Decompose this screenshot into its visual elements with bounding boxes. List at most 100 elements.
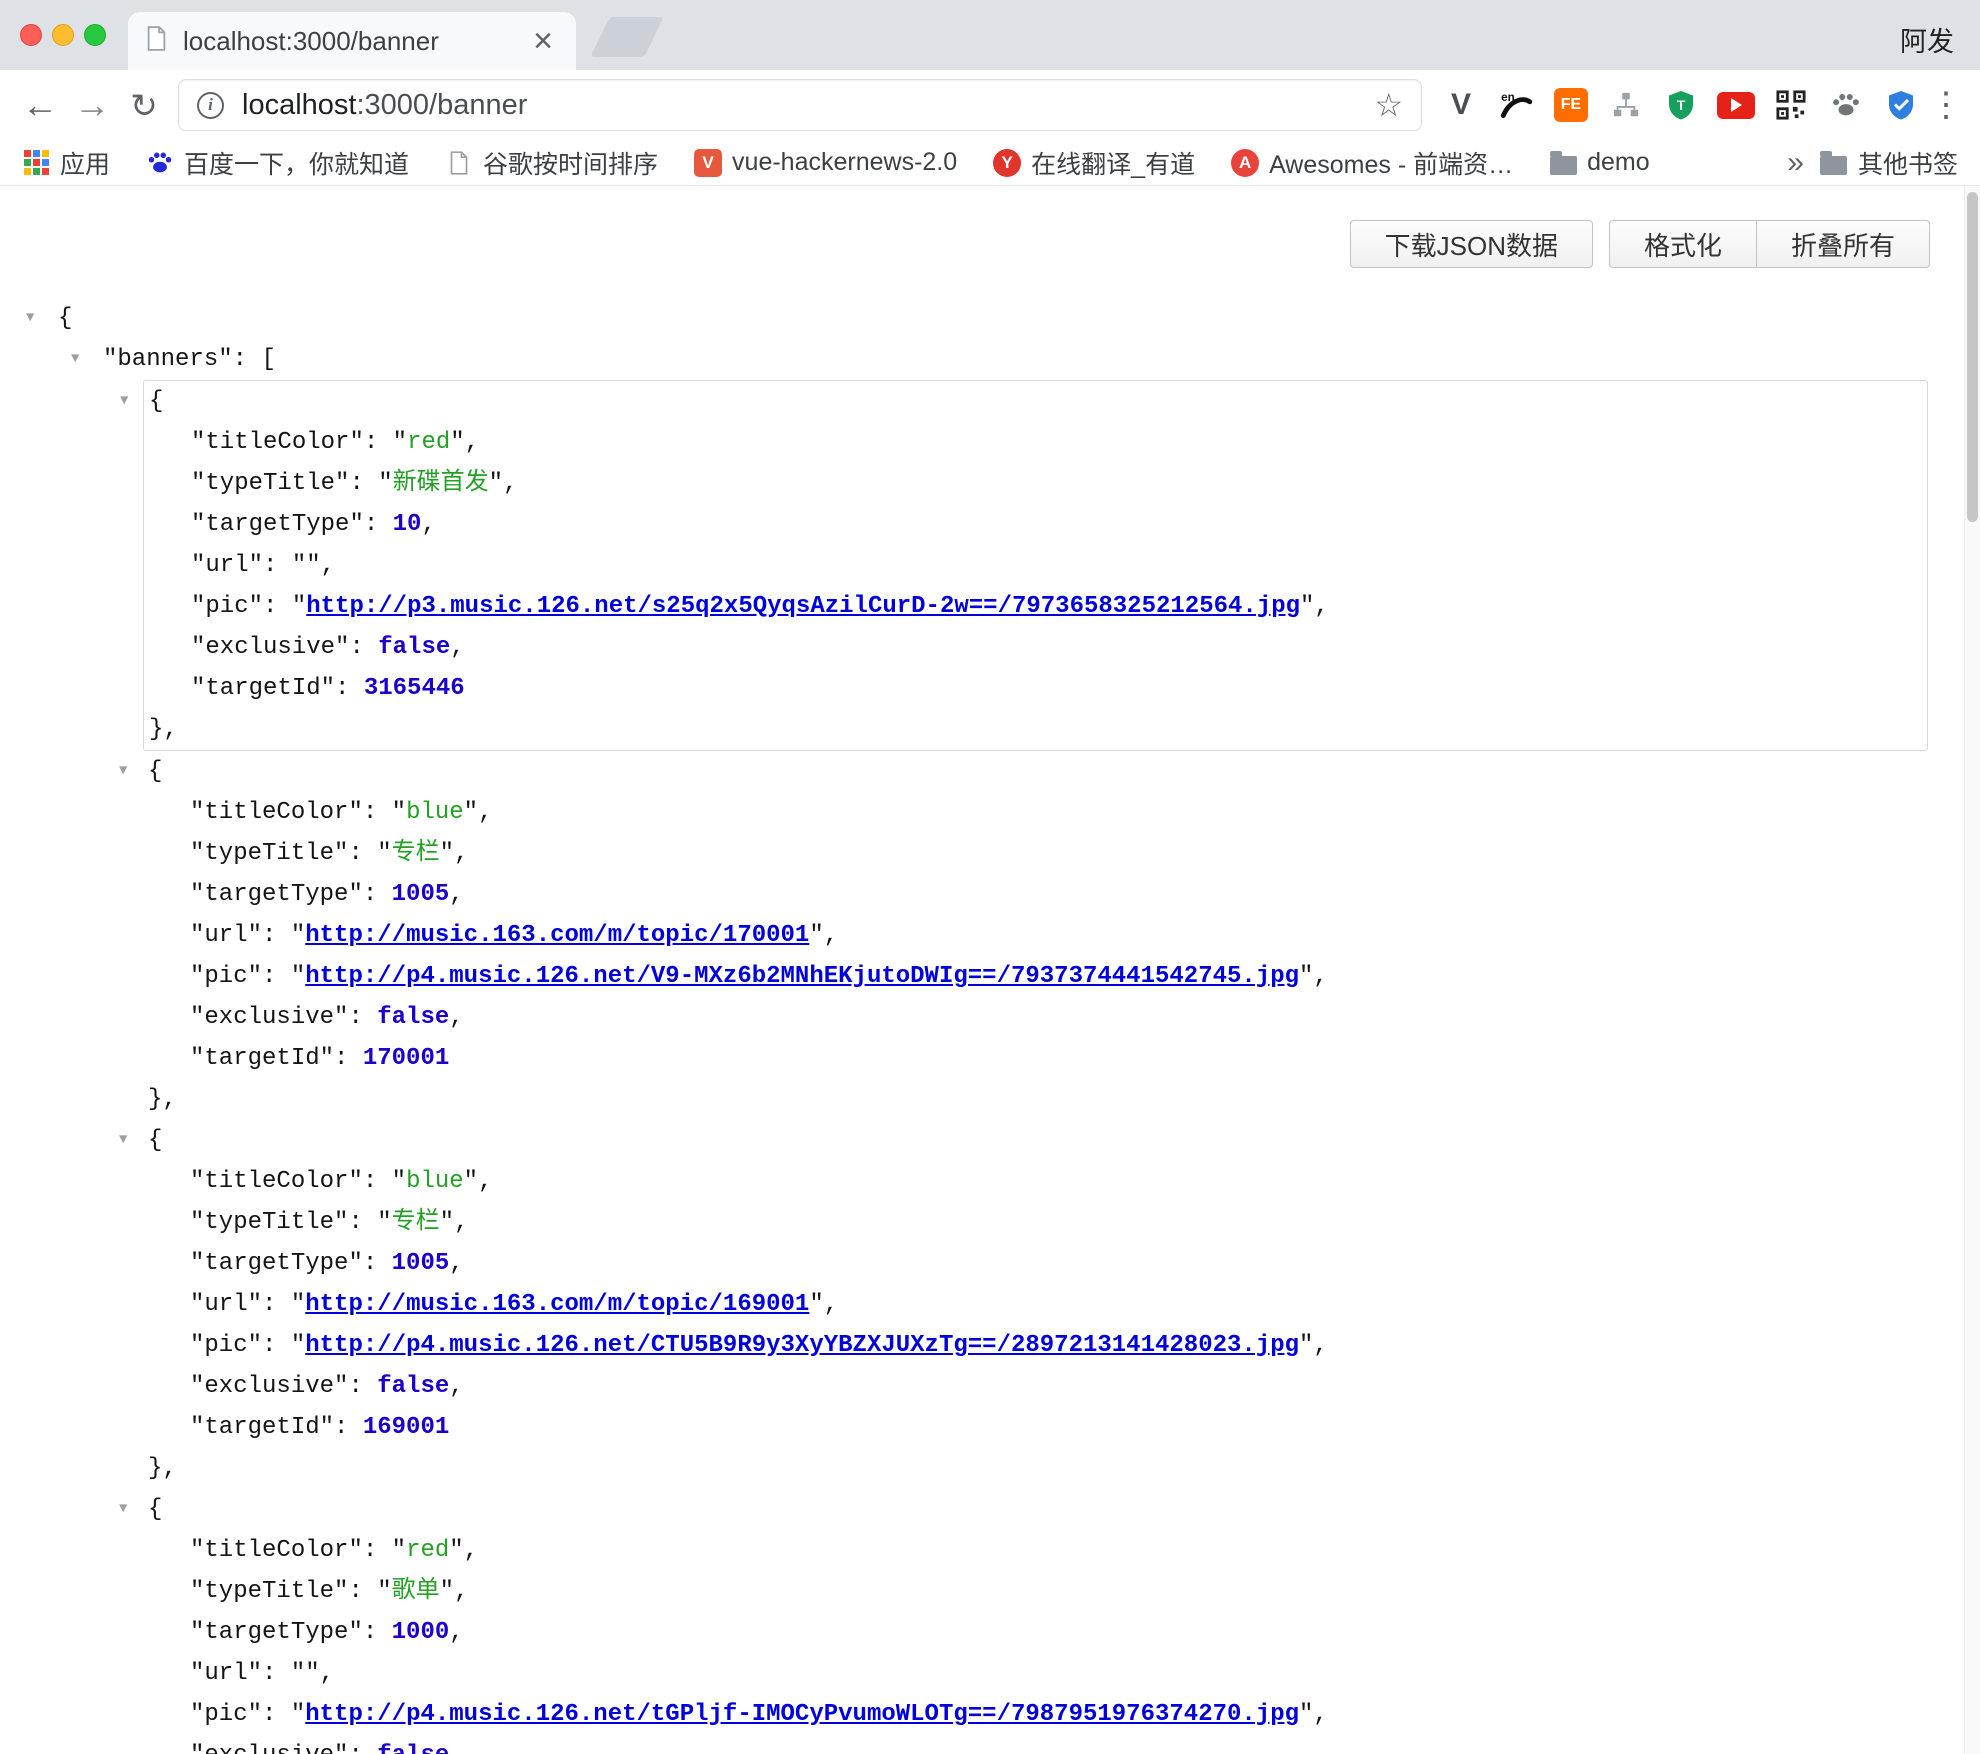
object-open: { bbox=[143, 751, 1928, 792]
json-field-targetId: "targetId": 3165446 bbox=[144, 668, 1927, 709]
bookmark-item[interactable]: 谷歌按时间排序 bbox=[445, 145, 658, 181]
minimize-window-button[interactable] bbox=[52, 24, 74, 46]
object-open: { bbox=[143, 1120, 1928, 1161]
tab-close-icon[interactable] bbox=[528, 24, 558, 58]
json-link[interactable]: http://p4.music.126.net/V9-MXz6b2MNhEKju… bbox=[305, 963, 1299, 990]
json-key: targetType bbox=[204, 1619, 348, 1646]
object-close: }, bbox=[143, 1079, 1928, 1120]
json-banners-open: "banners": [ bbox=[0, 339, 1964, 380]
bookmark-item[interactable]: Y在线翻译_有道 bbox=[993, 145, 1195, 181]
json-field-exclusive: "exclusive": false, bbox=[143, 1366, 1928, 1407]
qr-code-icon[interactable] bbox=[1770, 82, 1812, 128]
json-key: url bbox=[204, 1291, 247, 1318]
json-field-exclusive: "exclusive": false, bbox=[143, 997, 1928, 1038]
json-key: targetId bbox=[204, 1045, 319, 1072]
org-icon[interactable] bbox=[1605, 82, 1647, 128]
collapse-all-button[interactable]: 折叠所有 bbox=[1756, 220, 1930, 268]
json-field-titleColor: "titleColor": "blue", bbox=[143, 792, 1928, 833]
json-field-url: "url": "http://music.163.com/m/topic/170… bbox=[143, 915, 1928, 956]
json-link[interactable]: http://music.163.com/m/topic/169001 bbox=[305, 1291, 809, 1318]
object-close: }, bbox=[143, 1448, 1928, 1489]
collapse-toggle-icon[interactable] bbox=[26, 298, 34, 339]
other-bookmarks-folder[interactable]: 其他书签 bbox=[1820, 145, 1958, 181]
page-favicon-icon bbox=[146, 26, 167, 56]
url-text[interactable]: localhost:3000/banner bbox=[242, 89, 1374, 122]
fe-icon[interactable]: FE bbox=[1550, 82, 1592, 128]
youtube-icon[interactable] bbox=[1715, 82, 1757, 128]
collapse-toggle-icon[interactable] bbox=[119, 1120, 127, 1161]
banner-object: {"titleColor": "blue","typeTitle": "专栏",… bbox=[143, 751, 1928, 1120]
new-tab-button[interactable] bbox=[590, 17, 664, 57]
json-key: url bbox=[205, 552, 248, 579]
json-link[interactable]: http://p3.music.126.net/s25q2x5QyqsAzilC… bbox=[306, 593, 1300, 620]
json-link[interactable]: http://p4.music.126.net/tGPljf-IMOCyPvum… bbox=[305, 1701, 1299, 1728]
bookmark-item[interactable]: 应用 bbox=[22, 145, 110, 181]
json-link[interactable]: http://p4.music.126.net/CTU5B9R9y3XyYBZX… bbox=[305, 1332, 1299, 1359]
bookmark-label: 谷歌按时间排序 bbox=[483, 145, 658, 181]
json-tree: {"banners": [{"titleColor": "red","typeT… bbox=[0, 298, 1964, 1754]
json-key: pic bbox=[204, 1701, 247, 1728]
trafficlight-shield-icon[interactable]: T bbox=[1660, 82, 1702, 128]
scrollbar-thumb[interactable] bbox=[1967, 192, 1978, 522]
json-field-typeTitle: "typeTitle": "专栏", bbox=[143, 1202, 1928, 1243]
json-field-typeTitle: "typeTitle": "歌单", bbox=[143, 1571, 1928, 1612]
json-field-pic: "pic": "http://p4.music.126.net/CTU5B9R9… bbox=[143, 1325, 1928, 1366]
bookmark-label: demo bbox=[1587, 148, 1650, 177]
collapse-toggle-icon[interactable] bbox=[119, 751, 127, 792]
json-value: 1000 bbox=[392, 1619, 450, 1646]
json-value: false bbox=[378, 634, 450, 661]
browser-tab[interactable]: localhost:3000/banner bbox=[128, 12, 576, 70]
close-window-button[interactable] bbox=[20, 24, 42, 46]
profile-name[interactable]: 阿发 bbox=[1900, 20, 1954, 59]
back-button[interactable] bbox=[14, 84, 66, 126]
json-value: 1005 bbox=[392, 1250, 450, 1277]
bookmark-item[interactable]: demo bbox=[1549, 148, 1650, 177]
collapse-toggle-icon[interactable] bbox=[119, 1489, 127, 1530]
bookmark-item[interactable]: AAwesomes - 前端资… bbox=[1231, 145, 1513, 181]
download-json-button[interactable]: 下载JSON数据 bbox=[1350, 220, 1593, 268]
bookmarks-overflow-chevron[interactable]: » bbox=[1781, 146, 1810, 180]
extensions-row: Ven FE T bbox=[1440, 82, 1922, 128]
fullscreen-window-button[interactable] bbox=[84, 24, 106, 46]
page-scrollbar[interactable] bbox=[1964, 186, 1980, 1754]
reload-button[interactable] bbox=[118, 84, 170, 126]
youdao-translate-icon[interactable]: en bbox=[1495, 82, 1537, 128]
vimium-icon[interactable]: V bbox=[1440, 82, 1482, 128]
apps-grid-icon bbox=[22, 149, 50, 177]
collapse-toggle-icon[interactable] bbox=[120, 381, 128, 422]
json-field-titleColor: "titleColor": "red", bbox=[144, 422, 1927, 463]
bookmark-item[interactable]: Vvue-hackernews-2.0 bbox=[694, 148, 957, 177]
banner-object: {"titleColor": "red","typeTitle": "歌单","… bbox=[143, 1489, 1928, 1754]
json-field-exclusive: "exclusive": false, bbox=[144, 627, 1927, 668]
json-field-url: "url": "", bbox=[143, 1653, 1928, 1694]
bookmark-item[interactable]: 百度一下，你就知道 bbox=[146, 145, 409, 181]
json-field-targetType: "targetType": 10, bbox=[144, 504, 1927, 545]
paw-icon[interactable] bbox=[1825, 82, 1867, 128]
json-link[interactable]: http://music.163.com/m/topic/170001 bbox=[305, 922, 809, 949]
window-controls bbox=[20, 24, 106, 46]
json-value: 歌单 bbox=[392, 1578, 440, 1605]
forward-button[interactable] bbox=[66, 84, 118, 126]
document-icon bbox=[445, 149, 473, 177]
address-bar[interactable]: localhost:3000/banner bbox=[178, 79, 1422, 131]
json-value: 3165446 bbox=[364, 675, 465, 702]
collapse-toggle-icon[interactable] bbox=[71, 339, 79, 380]
json-value: false bbox=[377, 1742, 449, 1754]
json-value: blue bbox=[406, 1168, 464, 1195]
object-open: { bbox=[144, 381, 1927, 422]
navigation-toolbar: localhost:3000/banner Ven FE T bbox=[0, 70, 1980, 140]
json-key: exclusive bbox=[204, 1004, 334, 1031]
json-field-typeTitle: "typeTitle": "新碟首发", bbox=[144, 463, 1927, 504]
json-value: 新碟首发 bbox=[393, 470, 489, 497]
json-key: targetType bbox=[205, 511, 349, 538]
page-info-icon[interactable] bbox=[197, 92, 224, 119]
json-field-url: "url": "", bbox=[144, 545, 1927, 586]
json-key: exclusive bbox=[205, 634, 335, 661]
svg-text:T: T bbox=[1677, 97, 1686, 113]
json-field-titleColor: "titleColor": "blue", bbox=[143, 1161, 1928, 1202]
security-shield-icon[interactable] bbox=[1880, 82, 1922, 128]
format-button[interactable]: 格式化 bbox=[1609, 220, 1757, 268]
tab-strip: localhost:3000/banner 阿发 bbox=[0, 0, 1980, 70]
bookmark-star-icon[interactable] bbox=[1374, 86, 1403, 124]
browser-menu-button[interactable] bbox=[1926, 85, 1966, 125]
